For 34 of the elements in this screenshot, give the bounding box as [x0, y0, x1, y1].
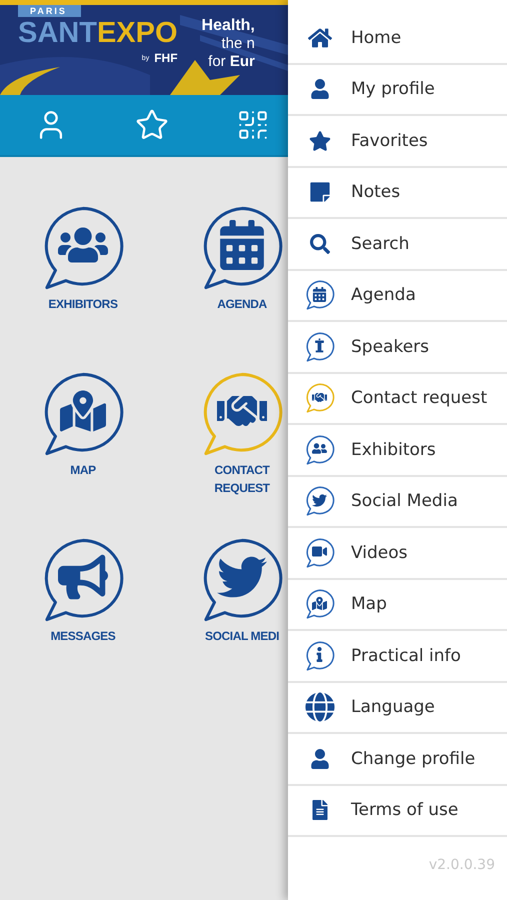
tile-label: MAP	[70, 462, 96, 479]
headline-text: for Eur	[208, 53, 255, 71]
tile-label: AGENDA	[217, 296, 267, 313]
menu-item[interactable]: Exhibitors	[288, 425, 507, 476]
home-tile[interactable]: CONTACT REQUEST	[196, 371, 288, 537]
home-tile[interactable]: EXHIBITORS	[40, 205, 126, 371]
menu-item[interactable]: Search	[288, 219, 507, 270]
menu-item[interactable]: Agenda	[288, 270, 507, 322]
menu-item[interactable]: Contact request	[288, 374, 507, 425]
tile-label: CONTACT REQUEST	[213, 462, 271, 497]
menu-item[interactable]: Home	[288, 13, 507, 64]
home-tile[interactable]: SOCIAL MEDI	[196, 537, 288, 703]
home-tile[interactable]: MAP	[40, 371, 126, 537]
partner-logo-text: FHF	[154, 51, 178, 65]
home-tile[interactable]: MESSAGES	[40, 537, 126, 703]
menu-item[interactable]: My profile	[288, 64, 507, 116]
menu-item[interactable]: Videos	[288, 528, 507, 580]
tile-label: MESSAGES	[50, 628, 116, 645]
menu-item[interactable]: Speakers	[288, 322, 507, 374]
menu-item[interactable]: Terms of use	[288, 786, 507, 837]
tile-label: EXHIBITORS	[48, 296, 118, 313]
tile-label: SOCIAL MEDI	[204, 628, 280, 645]
menu-item[interactable]: Favorites	[288, 116, 507, 168]
menu-item[interactable]: Social Media	[288, 476, 507, 528]
menu-item[interactable]: Change profile	[288, 734, 507, 786]
city-label: PARIS	[18, 5, 81, 17]
home-tile[interactable]: AGENDA	[196, 205, 288, 371]
menu-item[interactable]: Language	[288, 682, 507, 734]
menu-item[interactable]: Map	[288, 580, 507, 631]
headline-text: the n	[222, 35, 255, 53]
star-icon	[134, 108, 168, 142]
menu-item[interactable]: Practical info	[288, 631, 507, 682]
headline-text: Health,	[202, 17, 255, 35]
menu-item[interactable]: Notes	[288, 168, 507, 219]
